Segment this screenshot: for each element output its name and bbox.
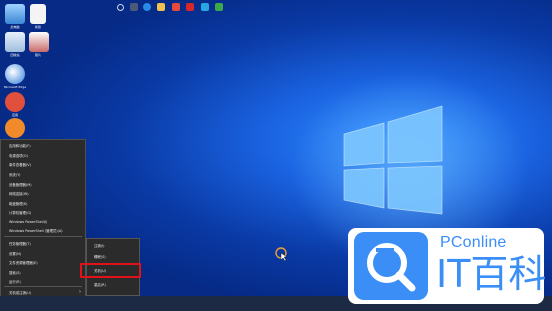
watermark-brand: PConline [440,234,507,251]
edge-icon[interactable] [5,64,25,84]
watermark-title: IT百科 [436,252,547,296]
busy-cursor-icon [275,247,288,261]
desktop-icon-label: 新建 [34,25,41,29]
menu-item[interactable]: 计算机管理(G) [9,210,31,215]
menu-item[interactable]: 文件资源管理器(E) [9,260,38,265]
file-icon[interactable] [30,4,46,24]
edge-taskbar-icon[interactable] [143,3,151,11]
recycle-bin-icon[interactable] [5,32,25,52]
submenu-item-restart[interactable]: 重启(R) [94,282,106,287]
menu-item[interactable]: 应用和功能(F) [9,143,31,148]
watermark-logo [354,232,428,300]
menu-item[interactable]: 系统(Y) [9,172,21,177]
menu-item[interactable]: 磁盘管理(K) [9,201,27,206]
desktop-icon-label: 照片 [34,53,41,57]
menu-item[interactable]: 设置(N) [9,251,21,256]
submenu-arrow-icon: › [79,289,81,295]
menu-item[interactable]: 设备管理器(M) [9,182,32,187]
menu-item[interactable]: 任务管理器(T) [9,241,31,246]
search-icon[interactable] [117,4,124,11]
menu-item[interactable]: Windows PowerShell (管理员)(A) [9,228,63,233]
menu-item[interactable]: 事件查看器(V) [9,162,31,167]
magnifier-icon [367,243,416,292]
desktop-icon-label: Microsoft Edge [3,85,27,89]
red-app-icon[interactable] [5,92,25,112]
highlight-box [80,263,141,278]
menu-separator [4,236,82,237]
desktop-icon-label: 应用 [11,113,18,117]
task-view-icon[interactable] [130,3,138,11]
menu-item[interactable]: 网络连接(W) [9,191,29,196]
windows-logo [343,105,443,215]
submenu-item-signout[interactable]: 注销(I) [94,243,104,248]
menu-item-shutdown-signout[interactable]: 关机或注销(U) [9,290,31,295]
photo-file-icon[interactable] [29,32,49,52]
file-explorer-icon[interactable] [157,3,165,11]
office-icon[interactable] [172,3,180,11]
this-pc-icon[interactable] [5,4,25,24]
menu-separator [4,286,82,287]
menu-item[interactable]: 运行(R) [9,279,21,284]
app-icon[interactable] [186,3,194,11]
menu-item[interactable]: 电源选项(O) [9,153,28,158]
orange-app-icon[interactable] [5,118,25,138]
menu-item[interactable]: Windows PowerShell(I) [9,220,47,224]
app-icon[interactable] [201,3,209,11]
menu-item[interactable]: 搜索(S) [9,270,21,275]
submenu-item-sleep[interactable]: 睡眠(S) [94,254,106,259]
app-icon[interactable] [215,3,223,11]
